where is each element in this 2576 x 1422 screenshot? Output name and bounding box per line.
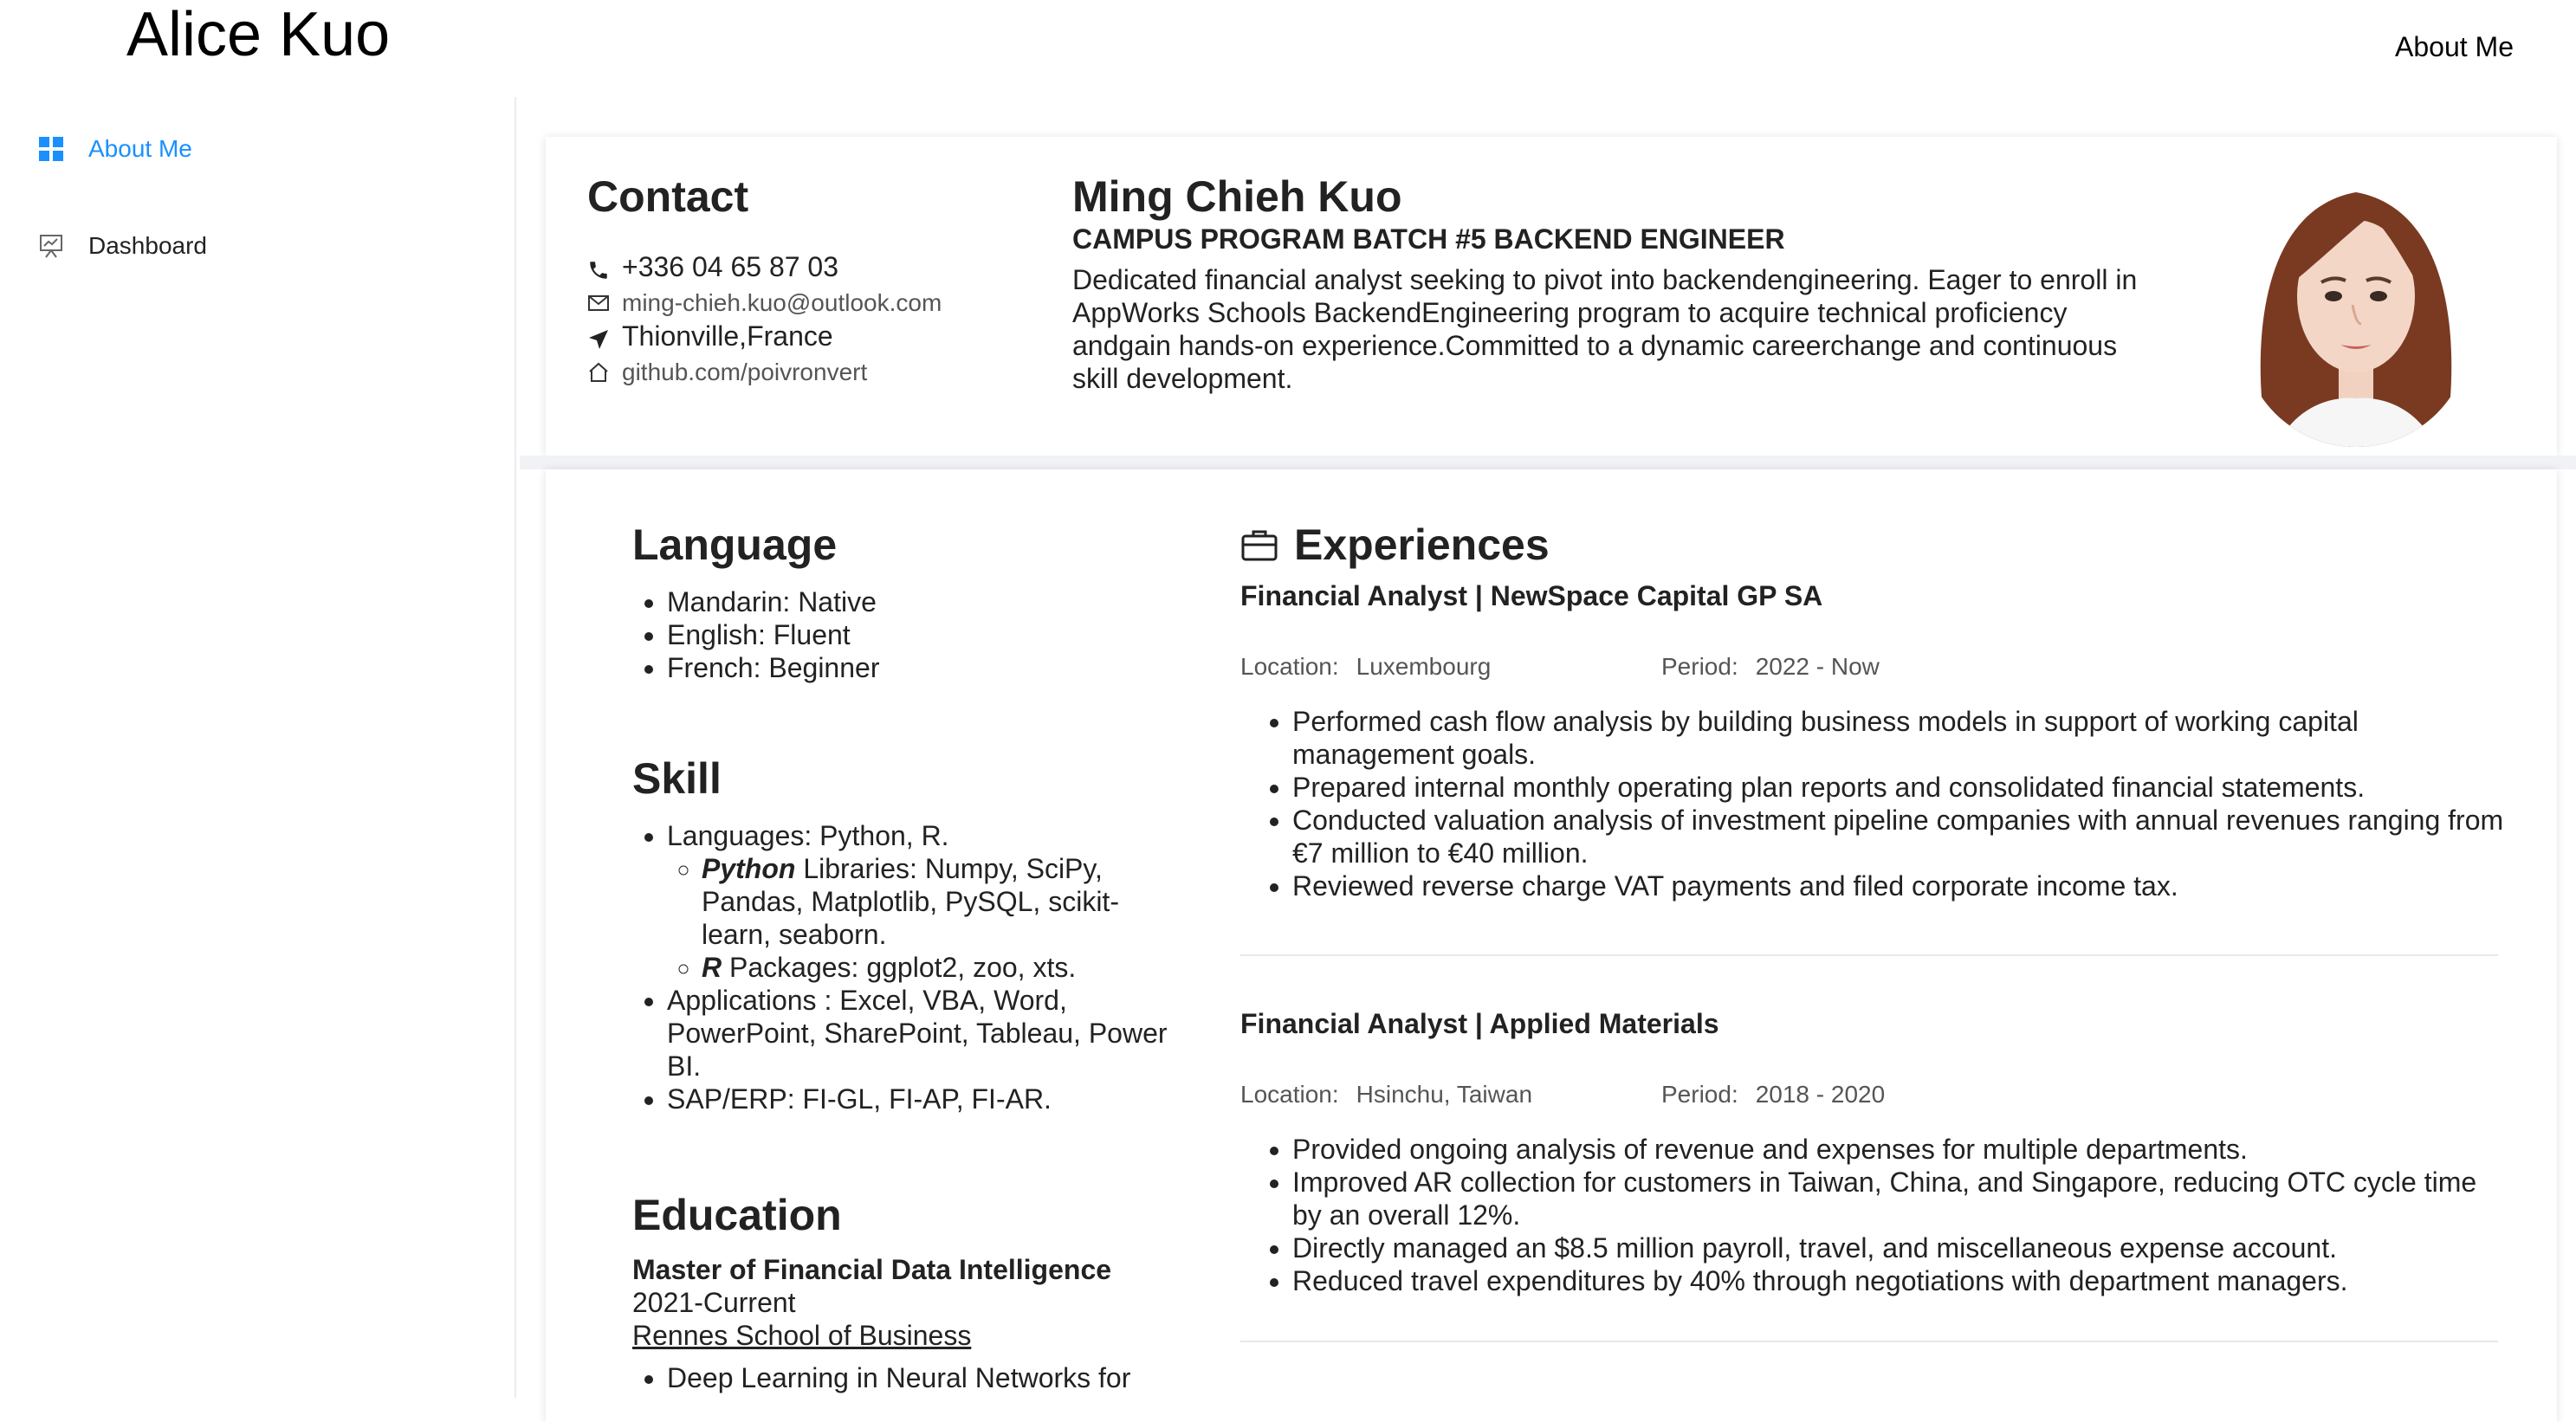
- period-value: 2022 - Now: [1755, 653, 1880, 680]
- education-school-link[interactable]: Rennes School of Business: [632, 1320, 971, 1352]
- job-bullets: Performed cash flow analysis by building…: [1258, 705, 2505, 902]
- job-period: Period: 2022 - Now: [1661, 653, 1880, 681]
- contact-title: Contact: [587, 172, 749, 221]
- github-text: github.com/poivronvert: [622, 359, 868, 385]
- grid-icon: [38, 136, 64, 162]
- list-item: Python Libraries: Numpy, SciPy, Pandas, …: [702, 852, 1169, 951]
- contact-github[interactable]: github.com/poivronvert: [587, 359, 867, 386]
- experiences-title: Experiences: [1294, 520, 1550, 569]
- list-item: Directly managed an $8.5 million payroll…: [1292, 1231, 2505, 1264]
- location-label: Location:: [1240, 653, 1339, 680]
- list-item: Applications : Excel, VBA, Word, PowerPo…: [667, 984, 1169, 1083]
- sidebar-item-label: About Me: [88, 135, 192, 162]
- language-list: Mandarin: Native English: Fluent French:…: [632, 585, 1187, 684]
- send-icon: [587, 326, 610, 349]
- skill-languages: Languages: Python, R.: [667, 820, 949, 851]
- divider: [1240, 1341, 2498, 1342]
- list-item: Conducted valuation analysis of investme…: [1292, 804, 2505, 869]
- list-item: R Packages: ggplot2, zoo, xts.: [702, 951, 1169, 984]
- education-title: Education: [632, 1191, 842, 1239]
- contact-phone: +336 04 65 87 03: [587, 251, 838, 283]
- contact-card: Contact +336 04 65 87 03 ming-chieh.kuo@…: [546, 137, 2557, 456]
- avatar: [2242, 175, 2470, 447]
- profile-name: Ming Chieh Kuo: [1072, 172, 1402, 221]
- job-location: Location: Hsinchu, Taiwan: [1240, 1081, 1532, 1109]
- list-item: English: Fluent: [667, 618, 1187, 651]
- job-bullets: Provided ongoing analysis of revenue and…: [1258, 1133, 2505, 1297]
- education-degree: Master of Financial Data Intelligence: [632, 1254, 1112, 1285]
- presentation-chart-icon: [38, 233, 64, 259]
- job-title: Financial Analyst | Applied Materials: [1240, 1008, 1719, 1039]
- home-icon: [587, 361, 610, 384]
- job-period: Period: 2018 - 2020: [1661, 1081, 1885, 1109]
- education-years: 2021-Current: [632, 1287, 796, 1318]
- list-item: Languages: Python, R. Python Libraries: …: [667, 819, 1169, 984]
- skill-list: Languages: Python, R. Python Libraries: …: [632, 819, 1169, 1115]
- skill-title: Skill: [632, 754, 722, 803]
- r-packages: Packages: ggplot2, zoo, xts.: [722, 952, 1077, 983]
- contact-location: Thionville,France: [587, 320, 833, 352]
- top-nav-about-link[interactable]: About Me: [2395, 31, 2514, 63]
- main-card: Language Mandarin: Native English: Fluen…: [546, 469, 2557, 1422]
- mail-icon: [587, 292, 610, 314]
- language-title: Language: [632, 520, 838, 569]
- sidebar-item-dashboard[interactable]: Dashboard: [38, 232, 207, 260]
- list-item: French: Beginner: [667, 651, 1187, 684]
- sidebar-item-label: Dashboard: [88, 232, 207, 259]
- job-location: Location: Luxembourg: [1240, 653, 1491, 681]
- location-value: Luxembourg: [1356, 653, 1492, 680]
- location-text: Thionville,France: [622, 320, 833, 352]
- period-label: Period:: [1661, 1081, 1738, 1108]
- list-item: Reviewed reverse charge VAT payments and…: [1292, 869, 2505, 902]
- experiences-header: Experiences: [1240, 520, 1550, 570]
- list-item: SAP/ERP: FI-GL, FI-AP, FI-AR.: [667, 1083, 1169, 1115]
- phone-text: +336 04 65 87 03: [622, 251, 839, 282]
- list-item: Prepared internal monthly operating plan…: [1292, 771, 2505, 804]
- r-label: R: [702, 952, 722, 983]
- email-text: ming-chieh.kuo@outlook.com: [622, 289, 942, 316]
- list-item: Reduced travel expenditures by 40% throu…: [1292, 1264, 2505, 1297]
- python-label: Python: [702, 853, 796, 884]
- list-item: Mandarin: Native: [667, 585, 1187, 618]
- profile-summary: Dedicated financial analyst seeking to p…: [1072, 264, 2138, 394]
- list-item: Provided ongoing analysis of revenue and…: [1292, 1133, 2505, 1166]
- period-label: Period:: [1661, 653, 1738, 680]
- period-value: 2018 - 2020: [1755, 1081, 1886, 1108]
- phone-icon: [587, 256, 610, 279]
- list-item: Performed cash flow analysis by building…: [1292, 705, 2505, 771]
- education-list: Deep Learning in Neural Networks for: [632, 1361, 1204, 1394]
- skill-sublist: Python Libraries: Numpy, SciPy, Pandas, …: [667, 852, 1169, 984]
- divider: [1240, 954, 2498, 956]
- job-title: Financial Analyst | NewSpace Capital GP …: [1240, 580, 1823, 611]
- sidebar-item-about-me[interactable]: About Me: [38, 135, 192, 163]
- site-title: Alice Kuo: [126, 0, 391, 69]
- location-value: Hsinchu, Taiwan: [1356, 1081, 1533, 1108]
- list-item: Deep Learning in Neural Networks for: [667, 1361, 1204, 1394]
- location-label: Location:: [1240, 1081, 1339, 1108]
- briefcase-icon: [1240, 527, 1278, 562]
- list-item: Improved AR collection for customers in …: [1292, 1166, 2505, 1231]
- contact-email[interactable]: ming-chieh.kuo@outlook.com: [587, 289, 942, 317]
- sidebar: About Me Dashboard: [0, 97, 516, 1398]
- profile-role: CAMPUS PROGRAM BATCH #5 BACKEND ENGINEER: [1072, 223, 1785, 255]
- card-gap: [520, 456, 2576, 469]
